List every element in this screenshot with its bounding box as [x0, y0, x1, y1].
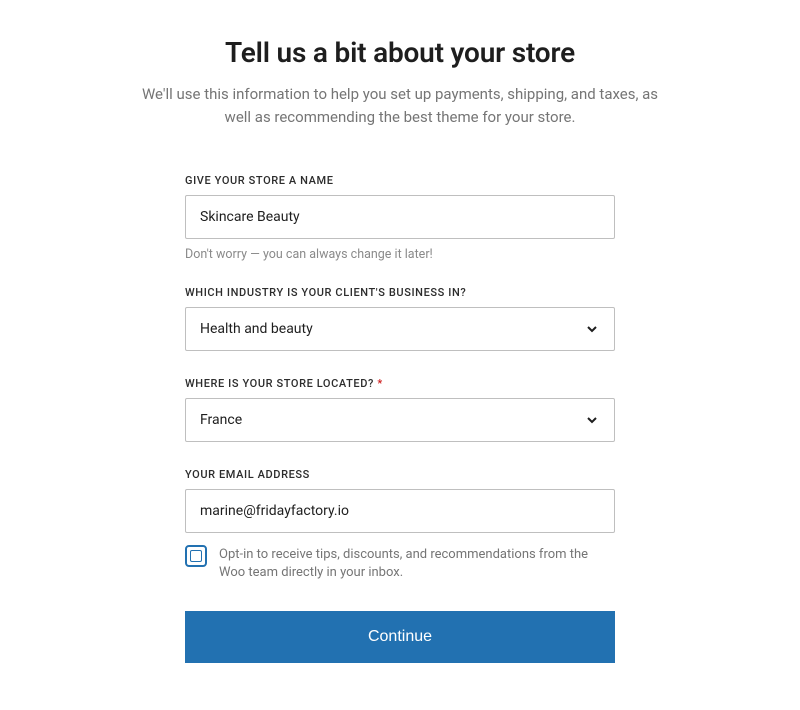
continue-button[interactable]: Continue — [185, 611, 615, 663]
location-select[interactable]: France — [185, 398, 615, 442]
store-name-label: GIVE YOUR STORE A NAME — [185, 174, 615, 187]
chevron-down-icon — [584, 412, 600, 428]
setup-form-container: Tell us a bit about your store We'll use… — [0, 0, 800, 663]
location-label-text: WHERE IS YOUR STORE LOCATED? — [185, 377, 374, 390]
optin-label: Opt-in to receive tips, discounts, and r… — [219, 545, 615, 584]
form: GIVE YOUR STORE A NAME Don't worry — you… — [185, 174, 615, 612]
location-label: WHERE IS YOUR STORE LOCATED? * — [185, 377, 615, 390]
email-label: YOUR EMAIL ADDRESS — [185, 468, 615, 481]
page-subtitle: We'll use this information to help you s… — [130, 83, 670, 130]
page-title: Tell us a bit about your store — [225, 36, 575, 69]
industry-select[interactable]: Health and beauty — [185, 307, 615, 351]
store-name-helper: Don't worry — you can always change it l… — [185, 247, 615, 262]
industry-value: Health and beauty — [200, 321, 313, 337]
chevron-down-icon — [584, 321, 600, 337]
optin-row: Opt-in to receive tips, discounts, and r… — [185, 545, 615, 584]
industry-label: WHICH INDUSTRY IS YOUR CLIENT'S BUSINESS… — [185, 286, 615, 299]
optin-checkbox[interactable] — [185, 545, 207, 567]
store-name-input[interactable] — [185, 195, 615, 239]
email-input[interactable] — [185, 489, 615, 533]
location-value: France — [200, 412, 242, 428]
required-mark: * — [377, 377, 382, 390]
actions: Continue — [185, 611, 615, 663]
